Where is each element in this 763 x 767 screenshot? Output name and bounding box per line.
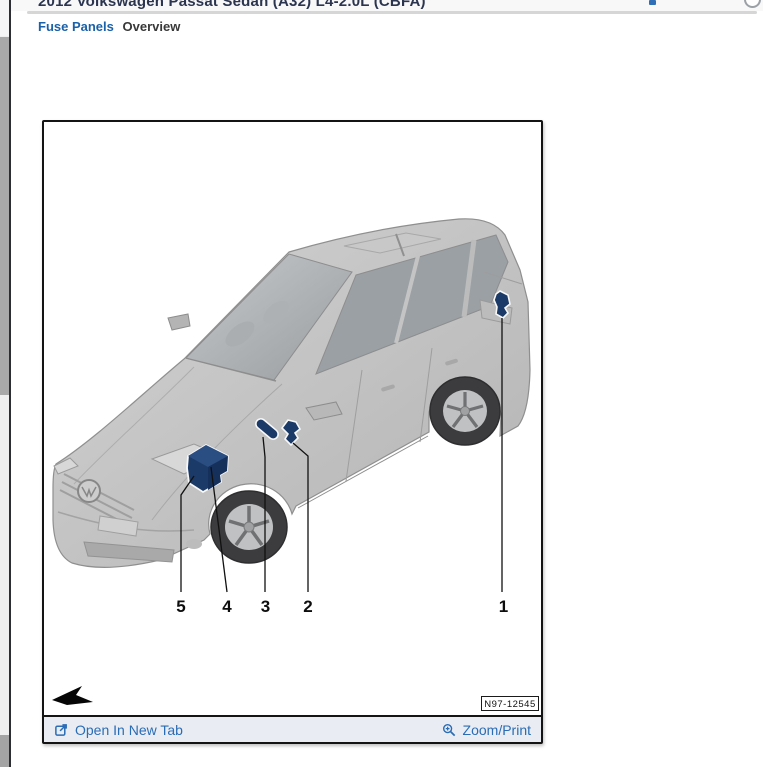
callout-number-2: 2 <box>303 597 312 616</box>
breadcrumb: Fuse Panels Overview <box>38 19 180 34</box>
scrollbar-bottom-segment <box>0 735 9 767</box>
header-divider <box>27 11 757 14</box>
scrollbar-top-cap <box>0 0 9 36</box>
toolbar-icon-fragment[interactable] <box>649 0 656 5</box>
zoom-print-label: Zoom/Print <box>463 722 531 738</box>
callout-number-3: 3 <box>261 597 270 616</box>
left-scrollbar-track[interactable] <box>0 0 9 767</box>
callout-number-5: 5 <box>176 597 185 616</box>
open-in-new-tab-button[interactable]: Open In New Tab <box>54 722 183 738</box>
car-illustration <box>53 219 530 568</box>
breadcrumb-link-fuse-panels[interactable]: Fuse Panels <box>38 19 114 34</box>
app-window: 2012 Volkswagen Passat Sedan (A32) L4-2.… <box>0 0 763 767</box>
open-in-new-tab-label: Open In New Tab <box>75 722 183 738</box>
svg-text:N97-12545: N97-12545 <box>484 699 536 710</box>
figure-toolbar: Open In New Tab Zoom/Print <box>44 715 541 742</box>
callout-number-1: 1 <box>499 597 508 616</box>
direction-arrow-icon <box>52 686 93 705</box>
vehicle-title: 2012 Volkswagen Passat Sedan (A32) L4-2.… <box>38 0 426 10</box>
zoom-in-icon <box>442 723 457 738</box>
breadcrumb-current-overview: Overview <box>123 19 181 34</box>
zoom-print-button[interactable]: Zoom/Print <box>442 722 531 738</box>
figure-area: 1 2 3 4 5 N97-12545 <box>44 122 541 715</box>
callout-number-4: 4 <box>222 597 232 616</box>
open-in-new-tab-icon <box>54 722 69 737</box>
vehicle-title-bar: 2012 Volkswagen Passat Sedan (A32) L4-2.… <box>11 0 763 11</box>
car-rear-wheel <box>430 377 500 445</box>
scrollbar-thumb[interactable] <box>0 37 9 395</box>
fuse-panel-location-diagram: 1 2 3 4 5 N97-12545 <box>44 122 541 715</box>
help-icon-fragment[interactable] <box>744 0 761 8</box>
figure-card: 1 2 3 4 5 N97-12545 <box>42 120 543 744</box>
figure-id-label: N97-12545 <box>482 697 539 711</box>
fuse-panel-highlight-1 <box>494 291 510 318</box>
car-mirror-right <box>168 314 190 330</box>
main-content: 2012 Volkswagen Passat Sedan (A32) L4-2.… <box>11 0 763 767</box>
